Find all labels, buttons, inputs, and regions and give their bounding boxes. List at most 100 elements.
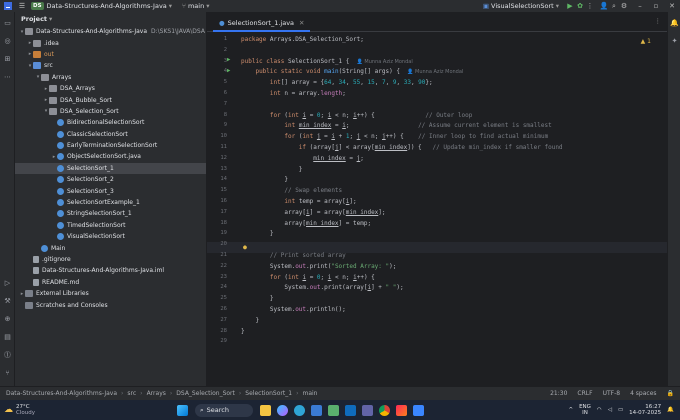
- file-encoding[interactable]: UTF-8: [603, 390, 621, 397]
- indent-setting[interactable]: 4 spaces: [630, 390, 656, 397]
- breadcrumb-item[interactable]: Arrays: [147, 390, 166, 397]
- maximize-icon[interactable]: ▫: [651, 1, 661, 11]
- warning-indicator[interactable]: ▲ 1: [641, 38, 651, 45]
- code-line[interactable]: array[min_index] = temp;: [241, 220, 371, 227]
- tree-item[interactable]: TimedSelectionSort: [15, 220, 206, 231]
- code-line[interactable]: // Print sorted array: [241, 252, 346, 259]
- code-line[interactable]: // Swap elements: [241, 187, 342, 194]
- code-line[interactable]: }: [241, 317, 259, 324]
- code-line[interactable]: int n = array.length;: [241, 90, 346, 97]
- code-line[interactable]: System.out.print(array[i] + " ");: [241, 284, 403, 291]
- file-explorer-icon[interactable]: [260, 404, 271, 416]
- code-line[interactable]: }: [241, 176, 288, 183]
- wifi-icon[interactable]: ◠: [597, 407, 602, 413]
- code-editor[interactable]: ▲ 1 1 package Arrays.DSA_Selection_Sort; 2…: [207, 32, 667, 386]
- ai-assistant-icon[interactable]: ✦: [668, 32, 680, 50]
- outlook-icon[interactable]: [345, 404, 356, 416]
- tree-item[interactable]: ▸ .idea: [15, 37, 206, 48]
- code-line[interactable]: }: [241, 328, 245, 335]
- line-ending[interactable]: CRLF: [577, 390, 592, 397]
- code-line[interactable]: int temp = array[i];: [241, 198, 356, 205]
- project-panel-header[interactable]: Project ▾: [15, 12, 206, 26]
- run-config-selector[interactable]: ▣ VisualSelectionSort ▾: [483, 2, 559, 10]
- tree-item[interactable]: Scratches and Consoles: [15, 299, 206, 310]
- tree-item[interactable]: StringSelectionSort_1: [15, 208, 206, 219]
- services-tool-icon[interactable]: ⊕: [0, 310, 15, 328]
- code-line[interactable]: System.out.println();: [241, 306, 346, 313]
- meet-icon[interactable]: [328, 404, 339, 416]
- run-icon[interactable]: ▶: [565, 1, 575, 11]
- project-view-icon[interactable]: ▭: [0, 14, 15, 32]
- code-line[interactable]: if (array[j] < array[min_index]) { // Up…: [241, 144, 563, 151]
- store-icon[interactable]: [311, 404, 322, 416]
- git-tool-icon[interactable]: ⑂: [0, 364, 15, 382]
- run-gutter-icon[interactable]: ▶: [227, 57, 230, 63]
- tree-item[interactable]: SelectionSort_3: [15, 185, 206, 196]
- tray-chevron-icon[interactable]: ^: [568, 407, 573, 413]
- code-line[interactable]: for (int j = i + 1; j < n; j++) { // Inn…: [241, 133, 548, 140]
- project-switcher[interactable]: DS Data-Structures-And-Algorithms-Java ▾: [31, 2, 172, 10]
- code-line[interactable]: array[i] = array[min_index];: [241, 209, 385, 216]
- tree-item[interactable]: ▸ ObjectSelectionSort.java: [15, 151, 206, 162]
- volume-icon[interactable]: ◁: [608, 407, 612, 413]
- branch-switcher[interactable]: ⑂ main ▾: [182, 2, 209, 10]
- tree-item[interactable]: ▾ DSA_Selection_Sort: [15, 106, 206, 117]
- tree-item[interactable]: ▾ src: [15, 60, 206, 71]
- copilot-icon[interactable]: [277, 404, 288, 416]
- breadcrumb-item[interactable]: SelectionSort_1: [245, 390, 292, 397]
- code-line[interactable]: int min_index = i; // Assume current ele…: [241, 122, 551, 129]
- lightbulb-icon[interactable]: ●: [243, 243, 247, 251]
- code-line[interactable]: }: [241, 295, 274, 302]
- photos-icon[interactable]: [413, 404, 424, 416]
- tree-item[interactable]: .gitignore: [15, 254, 206, 265]
- tree-item[interactable]: ▸ DSA_Bubble_Sort: [15, 94, 206, 105]
- tree-item[interactable]: BidirectionalSelectionSort: [15, 117, 206, 128]
- code-line[interactable]: }: [241, 230, 274, 237]
- breadcrumb-item[interactable]: main: [302, 390, 317, 397]
- structure-icon[interactable]: ⊞: [0, 50, 15, 68]
- breadcrumb-item[interactable]: DSA_Selection_Sort: [176, 390, 235, 397]
- tree-item[interactable]: SelectionSort_2: [15, 174, 206, 185]
- code-line[interactable]: int[] array = {64, 34, 55, 15, 7, 9, 33,…: [241, 79, 433, 86]
- more-tools-icon[interactable]: ⋯: [0, 68, 15, 86]
- tree-item[interactable]: ▸ External Libraries: [15, 288, 206, 299]
- chrome-icon[interactable]: [379, 404, 390, 416]
- code-line[interactable]: System.out.print("Sorted Array: ");: [241, 263, 396, 270]
- windows-start-icon[interactable]: [177, 404, 188, 416]
- close-icon[interactable]: ✕: [299, 19, 304, 27]
- tree-item[interactable]: SelectionSortExample_1: [15, 197, 206, 208]
- tab-selectionsort-1[interactable]: ● SelectionSort_1.java ✕: [213, 15, 311, 32]
- code-line[interactable]: }: [241, 166, 303, 173]
- debug-icon[interactable]: ✿: [575, 1, 585, 11]
- code-line[interactable]: for (int i = 0; i < n; i++) { // Outer l…: [241, 112, 472, 119]
- code-line[interactable]: for (int i = 0; i < n; i++) {: [241, 274, 375, 281]
- code-line[interactable]: public static void main(String[] args) {…: [241, 68, 463, 75]
- commit-icon[interactable]: ◎: [0, 32, 15, 50]
- notifications-icon[interactable]: 🔔: [668, 14, 680, 32]
- settings-icon[interactable]: ⚙: [619, 1, 629, 11]
- search-icon[interactable]: ⌕: [609, 1, 619, 11]
- teams-icon[interactable]: [362, 404, 373, 416]
- cursor-position[interactable]: 21:30: [550, 390, 567, 397]
- run-gutter-icon[interactable]: ▶: [227, 68, 230, 74]
- code-line[interactable]: public class SelectionSort_1 { 👤 Munna A…: [241, 58, 413, 65]
- tab-options-icon[interactable]: ⋮: [655, 17, 662, 25]
- tree-item[interactable]: ▾ Arrays: [15, 72, 206, 83]
- close-icon[interactable]: ✕: [667, 1, 677, 11]
- intellij-icon[interactable]: [396, 404, 407, 416]
- taskbar-search[interactable]: ⌕ Search: [195, 403, 253, 417]
- terminal-tool-icon[interactable]: ▤: [0, 328, 15, 346]
- build-tool-icon[interactable]: ⚒: [0, 292, 15, 310]
- weather-widget[interactable]: ☁ 27°C Cloudy: [4, 404, 134, 417]
- tree-item[interactable]: EarlyTerminationSelectionSort: [15, 140, 206, 151]
- more-actions-icon[interactable]: ⋮: [585, 1, 595, 11]
- lock-icon[interactable]: 🔒: [667, 390, 674, 397]
- edge-icon[interactable]: [294, 404, 305, 416]
- minimize-icon[interactable]: –: [635, 1, 645, 11]
- tree-item[interactable]: SelectionSort_1: [15, 162, 206, 175]
- notification-bell-icon[interactable]: 🔔: [667, 407, 674, 413]
- tree-item[interactable]: ▸ out: [15, 49, 206, 60]
- tree-item[interactable]: ClassicSelectionSort: [15, 129, 206, 140]
- code-line[interactable]: min_index = j;: [241, 155, 364, 162]
- code-line[interactable]: package Arrays.DSA_Selection_Sort;: [241, 36, 364, 43]
